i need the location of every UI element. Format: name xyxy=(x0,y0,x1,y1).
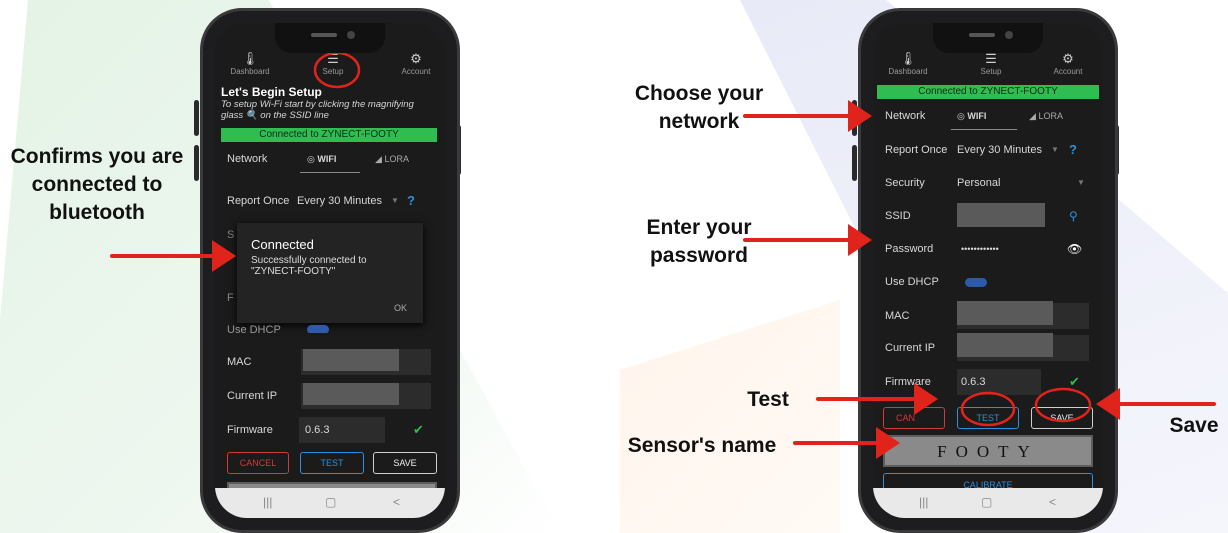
annotation-arrows xyxy=(110,100,1216,459)
notch xyxy=(933,23,1043,53)
notch xyxy=(275,23,385,53)
